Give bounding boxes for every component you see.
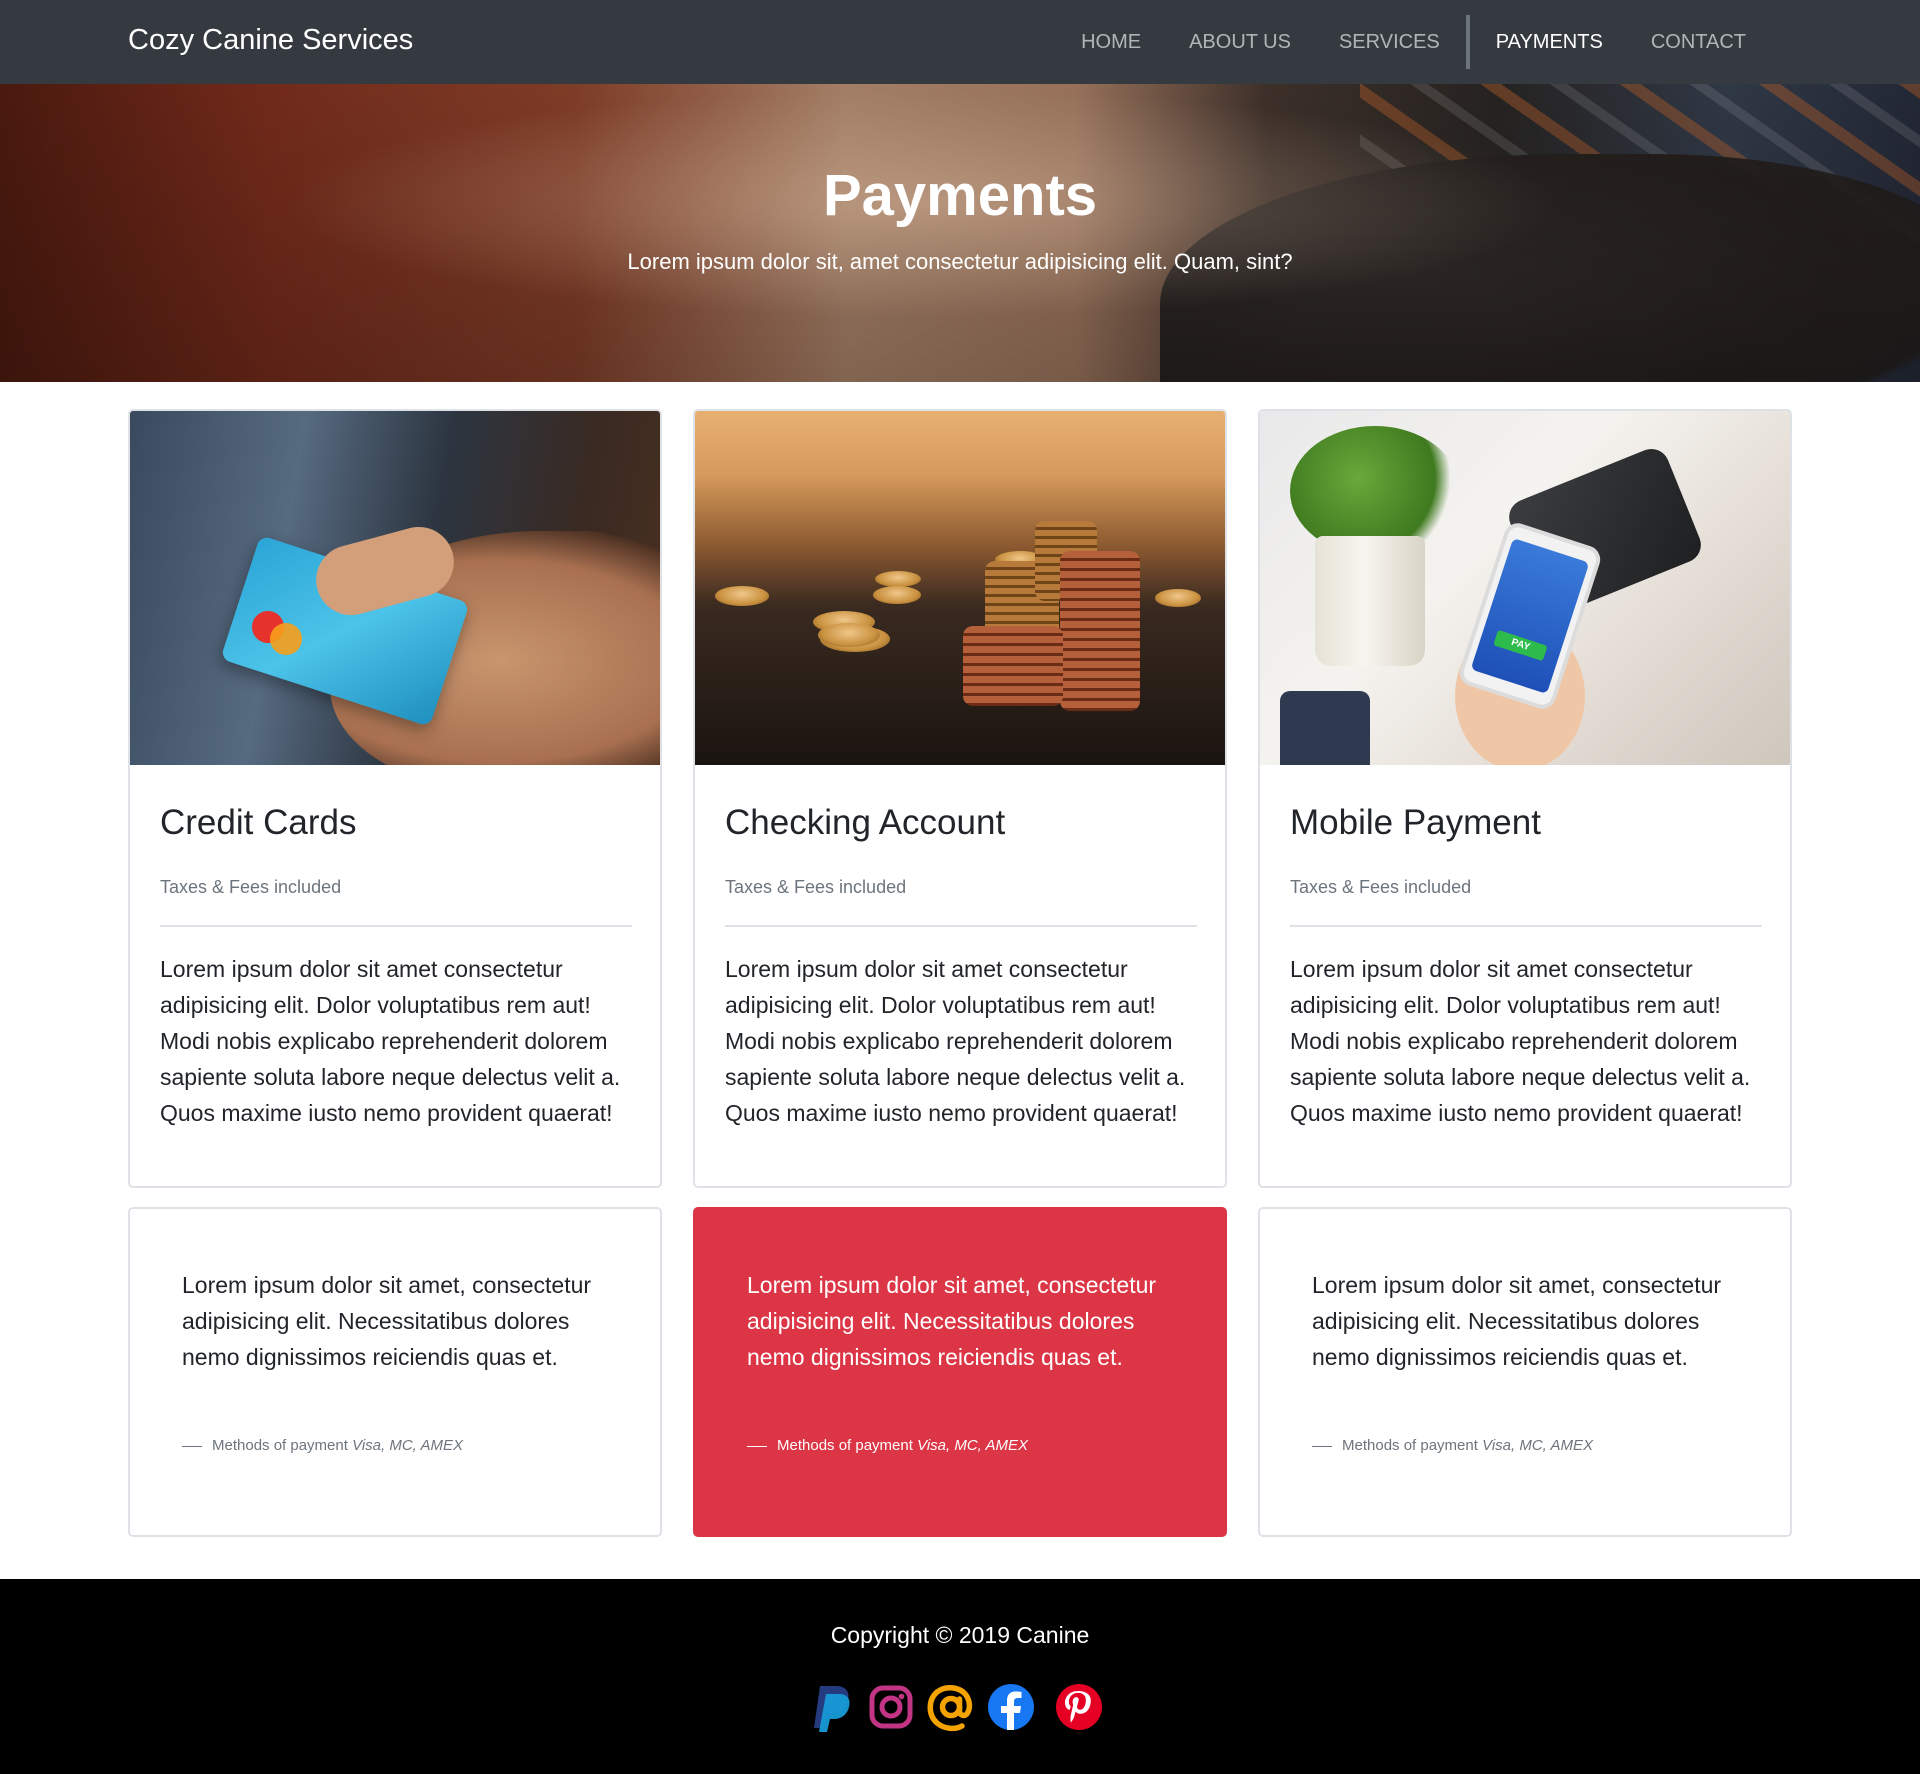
- hero-banner: [0, 84, 1920, 382]
- blockquote-text: Lorem ipsum dolor sit amet, consectetur …: [182, 1272, 592, 1370]
- plant-pot-illustration: [1315, 536, 1425, 666]
- coin-stack: [1060, 551, 1140, 711]
- card-image-mobile-payment: PAY: [1260, 411, 1790, 765]
- card-divider: [160, 925, 632, 927]
- coin-illustration: [873, 586, 921, 604]
- nav-item-payments[interactable]: PAYMENTS: [1472, 0, 1627, 84]
- card-text: Lorem ipsum dolor sit amet consectetur a…: [160, 956, 621, 1126]
- navbar-brand[interactable]: Cozy Canine Services: [128, 24, 413, 57]
- quote-card: Lorem ipsum dolor sit amet, consectetur …: [128, 1207, 662, 1537]
- coin-stack: [963, 626, 1063, 706]
- card-title: Credit Cards: [160, 803, 357, 842]
- pinterest-icon[interactable]: [1054, 1682, 1104, 1732]
- quote-card-highlighted: Lorem ipsum dolor sit amet, consectetur …: [693, 1207, 1227, 1537]
- at-sign-icon[interactable]: [926, 1682, 976, 1732]
- instagram-icon[interactable]: [868, 1682, 914, 1732]
- card-mobile-payment: PAY Mobile Payment Taxes & Fees included…: [1258, 409, 1792, 1188]
- card-title: Mobile Payment: [1290, 803, 1541, 842]
- blockquote-footer: Methods of payment Visa, MC, AMEX: [182, 1437, 463, 1454]
- blockquote-footer: Methods of payment Visa, MC, AMEX: [1312, 1437, 1593, 1454]
- card-text: Lorem ipsum dolor sit amet consectetur a…: [725, 956, 1186, 1126]
- card-subtitle: Taxes & Fees included: [160, 877, 342, 897]
- card-credit-cards: Credit Cards Taxes & Fees included Lorem…: [128, 409, 662, 1188]
- blockquote-cite: Visa, MC, AMEX: [1482, 1437, 1593, 1454]
- coin-illustration: [715, 586, 769, 606]
- nav-active-divider: [1465, 15, 1470, 69]
- dash-icon: [747, 1445, 767, 1447]
- pay-badge-icon: PAY: [1493, 629, 1548, 662]
- coin-illustration: [818, 623, 880, 647]
- quote-card: Lorem ipsum dolor sit amet, consectetur …: [1258, 1207, 1792, 1537]
- footer: Copyright © 2019 Canine: [0, 1579, 1920, 1774]
- hero-image-overlay: [0, 84, 1920, 382]
- dash-icon: [1312, 1445, 1332, 1447]
- blockquote-text: Lorem ipsum dolor sit amet, consectetur …: [1312, 1272, 1722, 1370]
- coin-illustration: [1155, 589, 1201, 607]
- nav-links: HOME ABOUT US SERVICES PAYMENTS CONTACT: [1057, 0, 1770, 84]
- card-divider: [1290, 925, 1762, 927]
- navbar: Cozy Canine Services HOME ABOUT US SERVI…: [0, 0, 1920, 84]
- blockquote-footer-label: Methods of payment: [777, 1437, 913, 1454]
- blockquote-cite: Visa, MC, AMEX: [352, 1437, 463, 1454]
- card-divider: [725, 925, 1197, 927]
- hero-subtitle: Lorem ipsum dolor sit, amet consectetur …: [627, 249, 1293, 274]
- card-checking-account: Checking Account Taxes & Fees included L…: [693, 409, 1227, 1188]
- hero-title: Payments: [822, 163, 1098, 228]
- nav-item-about-us[interactable]: ABOUT US: [1165, 0, 1315, 84]
- card-image-credit-card: [130, 411, 660, 765]
- card-text: Lorem ipsum dolor sit amet consectetur a…: [1290, 956, 1751, 1126]
- copyright-text: Copyright © 2019 Canine: [830, 1622, 1090, 1648]
- coffee-cup-illustration: [1280, 691, 1370, 765]
- card-title: Checking Account: [725, 803, 1006, 842]
- card-subtitle: Taxes & Fees included: [725, 877, 907, 897]
- paypal-icon[interactable]: [810, 1682, 854, 1732]
- blockquote-cite: Visa, MC, AMEX: [917, 1437, 1028, 1454]
- nav-item-contact[interactable]: CONTACT: [1627, 0, 1770, 84]
- blockquote-footer: Methods of payment Visa, MC, AMEX: [747, 1437, 1028, 1454]
- card-subtitle: Taxes & Fees included: [1290, 877, 1472, 897]
- nav-item-services[interactable]: SERVICES: [1315, 0, 1464, 84]
- coin-illustration: [875, 571, 921, 587]
- facebook-icon[interactable]: [986, 1682, 1036, 1732]
- card-image-coins: [695, 411, 1225, 765]
- blockquote-footer-label: Methods of payment: [212, 1437, 348, 1454]
- dash-icon: [182, 1445, 202, 1447]
- blockquote-footer-label: Methods of payment: [1342, 1437, 1478, 1454]
- social-links: [810, 1682, 1110, 1736]
- blockquote-text: Lorem ipsum dolor sit amet, consectetur …: [747, 1272, 1157, 1370]
- card-logo-orange-circle: [270, 623, 302, 655]
- nav-item-home[interactable]: HOME: [1057, 0, 1165, 84]
